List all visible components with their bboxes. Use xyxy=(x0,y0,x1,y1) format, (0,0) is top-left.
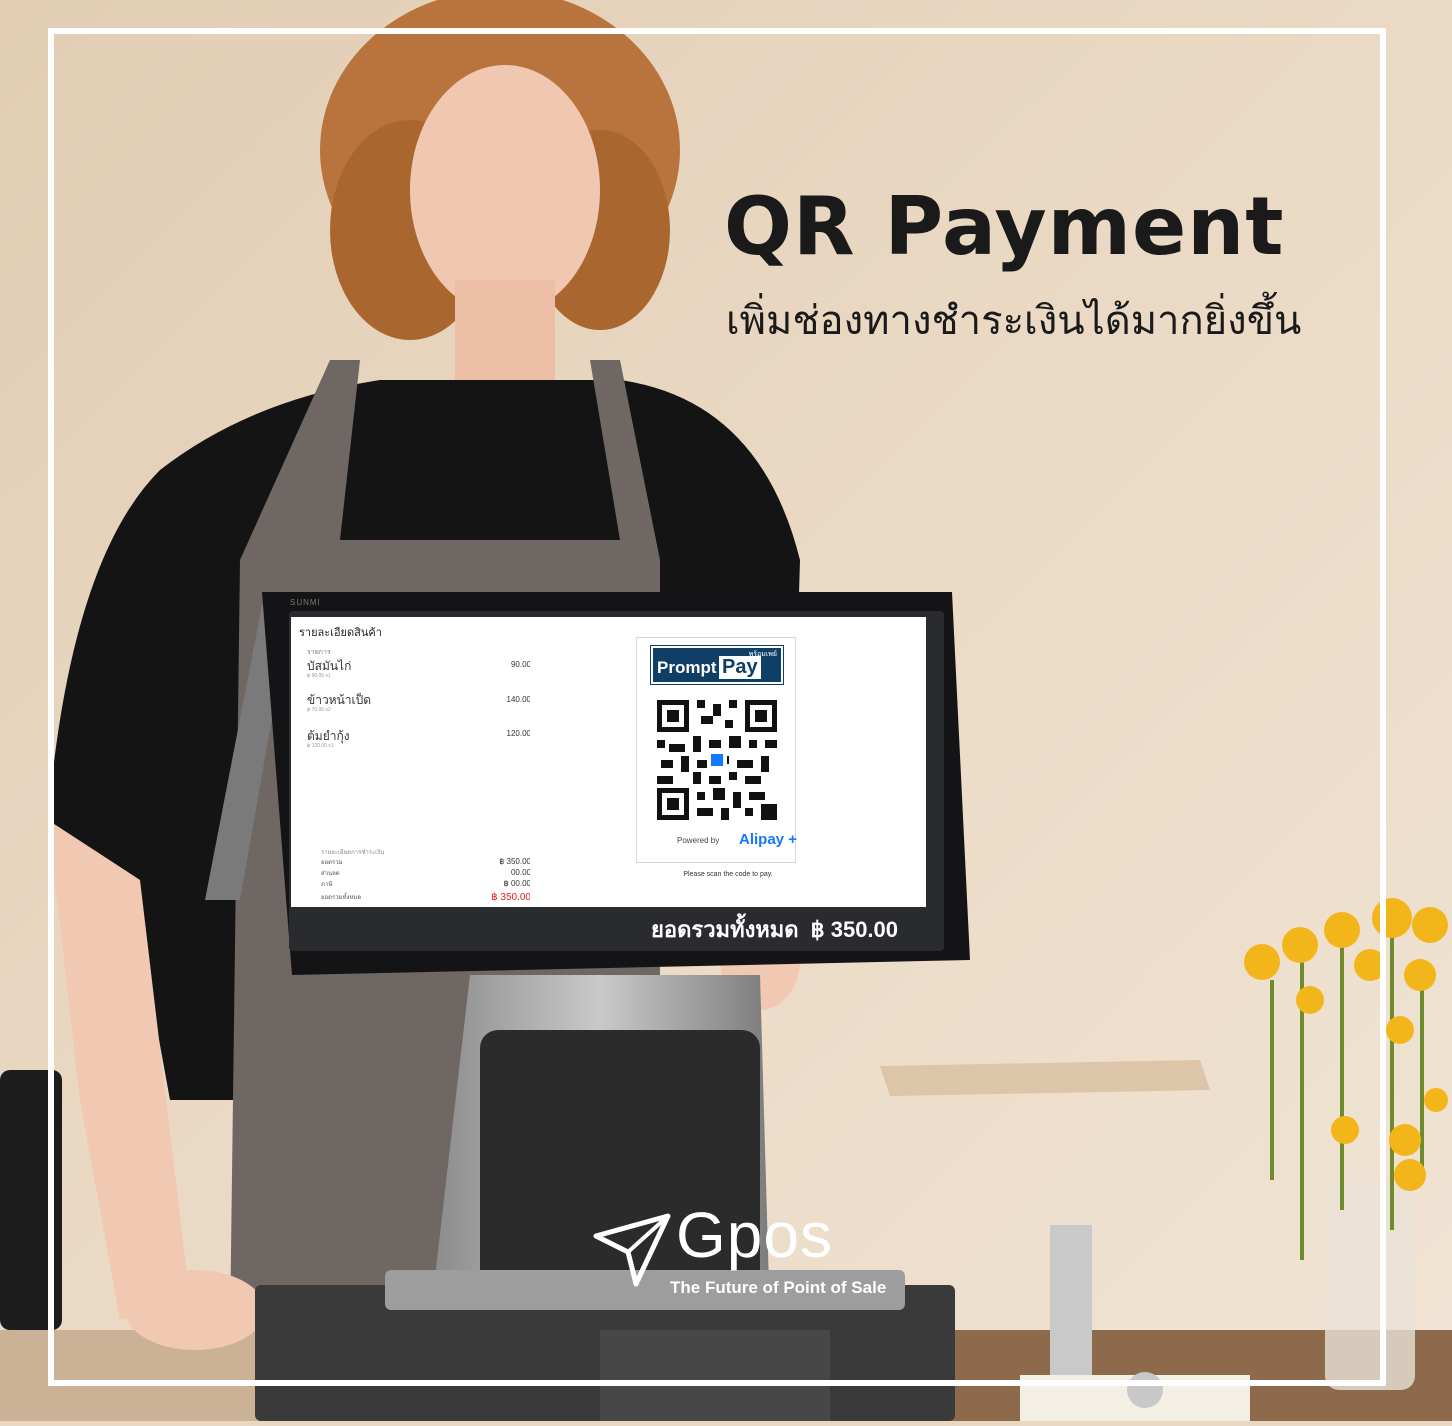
summary-label: ยอดรวมทั้งหมด xyxy=(321,895,362,901)
summary-heading: รายละเอียดการชำระเงิน xyxy=(321,850,385,856)
monitor-brand: SUNMI xyxy=(290,598,321,607)
summary-value: ฿ 350.00 xyxy=(499,857,531,866)
receipt-panel: รายละเอียดสินค้า รายการ บัสมันไก่ ฿ 90.0… xyxy=(291,617,551,907)
receipt-title: รายละเอียดสินค้า xyxy=(299,627,382,639)
summary-row: ยอดรวม ฿ 350.00 xyxy=(321,857,531,867)
powered-by-text: Powered by xyxy=(677,836,720,845)
promptpay-right-text: Pay xyxy=(719,656,761,679)
headline: QR Payment xyxy=(724,180,1285,273)
qr-code xyxy=(657,700,777,820)
brand-name: Gpos xyxy=(676,1199,833,1271)
alipay-name: Alipay xyxy=(739,831,785,848)
promptpay-logo: พร้อมเพย์ Prompt Pay xyxy=(650,645,784,685)
receipt-item-price: 140.00 xyxy=(506,695,531,704)
alipay-logo: Alipay + xyxy=(739,831,797,848)
subheadline: เพิ่มช่องทางชำระเงินได้มากยิ่งขึ้น xyxy=(726,298,1302,344)
paper-plane-icon xyxy=(593,1213,671,1287)
summary-row: ภาษี ฿ 00.00 xyxy=(321,879,531,889)
summary-value: 00.00 xyxy=(510,868,531,877)
scan-instruction: Please scan the code to pay. xyxy=(683,871,773,878)
receipt-item-sub: ฿ 120.00 x1 xyxy=(307,743,334,749)
brand-tagline: The Future of Point of Sale xyxy=(670,1278,887,1297)
summary-label: ยอดรวม xyxy=(321,860,343,866)
summary-row-total: ยอดรวมทั้งหมด ฿ 350.00 xyxy=(321,892,531,903)
grand-total-amount: ฿ 350.00 xyxy=(810,917,899,942)
qr-payment-panel: พร้อมเพย์ Prompt Pay Powered by Alipay +… xyxy=(530,617,926,907)
summary-row: ส่วนลด 00.00 xyxy=(321,868,531,878)
summary-label: ภาษี xyxy=(321,882,333,888)
receipt-item-sub: ฿ 70.00 x2 xyxy=(307,707,331,713)
receipt-item-price: 120.00 xyxy=(506,729,531,738)
receipt-item-sub: ฿ 90.00 x1 xyxy=(307,673,331,679)
alipay-plus-icon: + xyxy=(788,831,797,848)
summary-label: ส่วนลด xyxy=(321,871,340,877)
grand-total: ยอดรวมทั้งหมด ฿ 350.00 xyxy=(651,912,898,947)
grand-total-label: ยอดรวมทั้งหมด xyxy=(651,917,799,942)
receipt-item-price: 90.00 xyxy=(510,660,531,669)
promptpay-card: พร้อมเพย์ Prompt Pay Powered by Alipay + xyxy=(636,637,797,863)
promptpay-left-text: Prompt xyxy=(657,658,717,677)
summary-value: ฿ 00.00 xyxy=(503,879,531,888)
summary-value: ฿ 350.00 xyxy=(491,892,531,903)
